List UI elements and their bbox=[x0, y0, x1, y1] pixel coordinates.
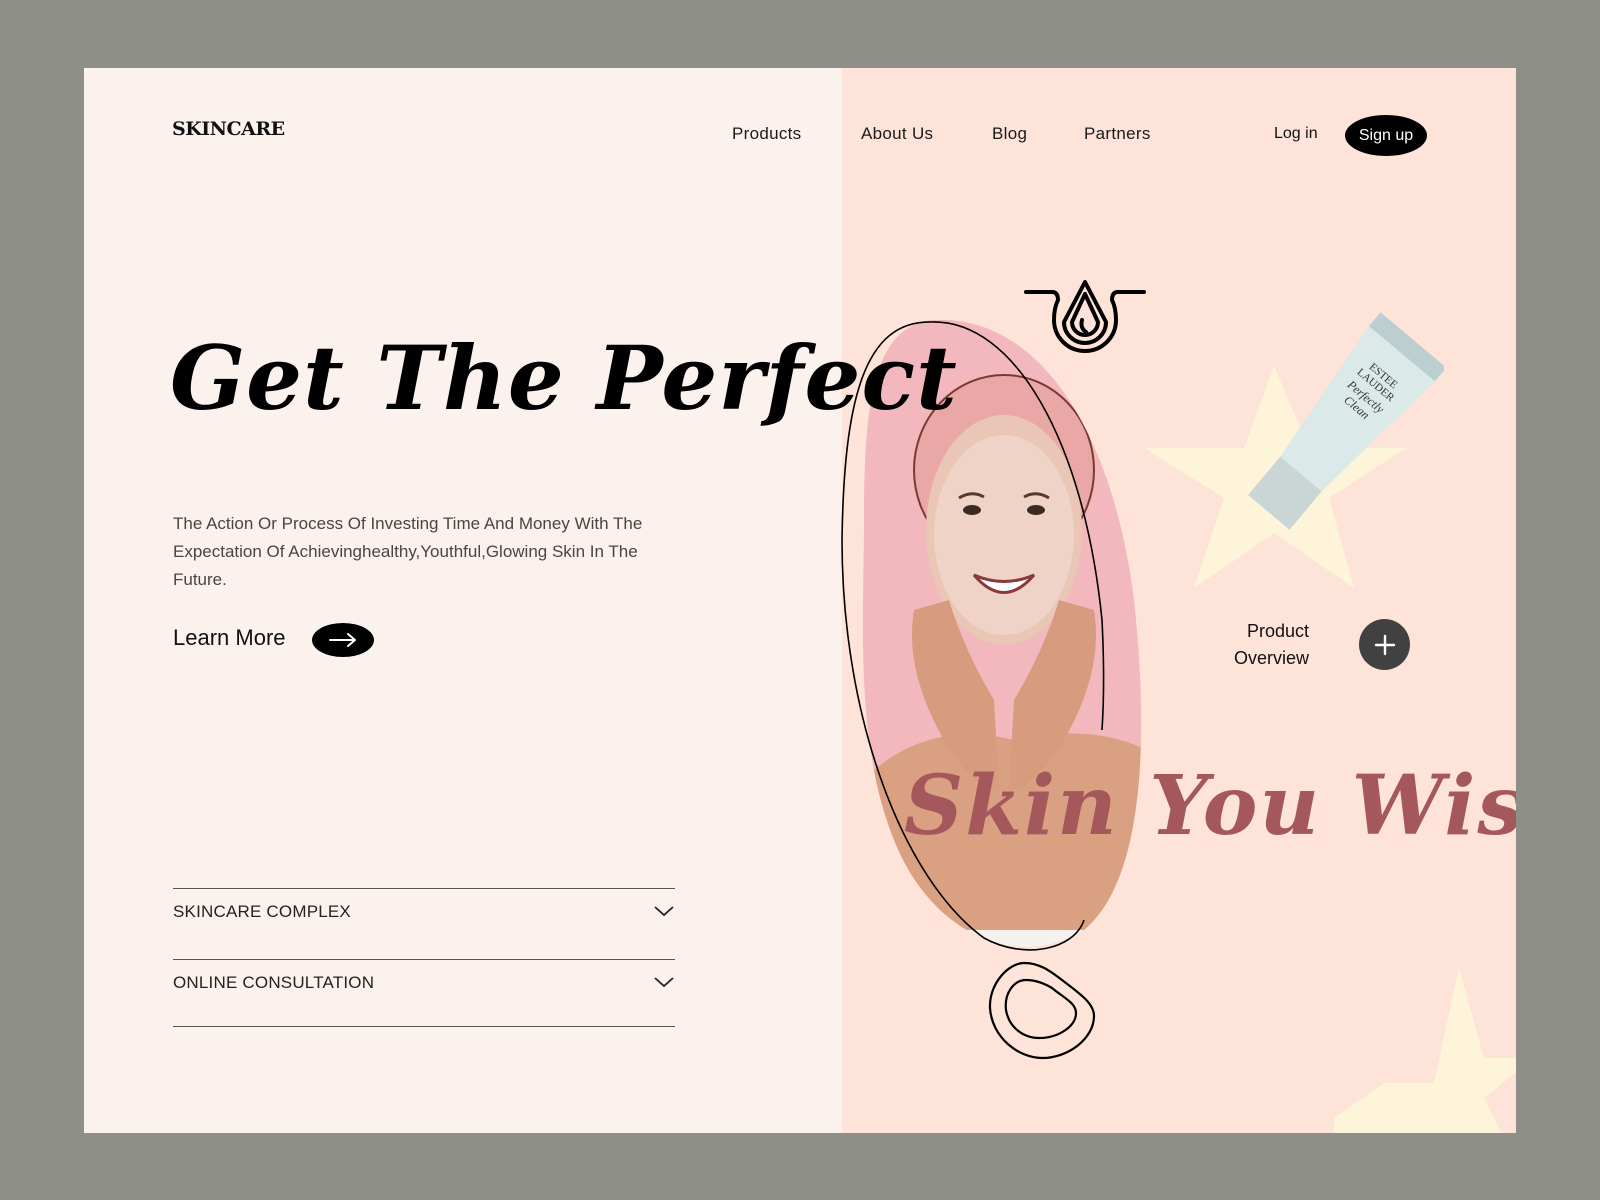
divider bbox=[173, 1026, 675, 1027]
product-overview-button[interactable] bbox=[1359, 619, 1410, 670]
accordion-label: SKINCARE COMPLEX bbox=[173, 902, 351, 921]
product-tube-image: ESTEE LAUDER Perfectly Clean bbox=[1248, 312, 1444, 530]
hero-description: The Action Or Process Of Investing Time … bbox=[173, 514, 643, 589]
divider bbox=[173, 959, 675, 960]
signup-button[interactable]: Sign up bbox=[1345, 115, 1427, 156]
accordion-skincare-complex[interactable]: SKINCARE COMPLEX bbox=[173, 894, 675, 934]
divider bbox=[173, 888, 675, 889]
login-link[interactable]: Log in bbox=[1274, 125, 1318, 143]
overview-line2: Overview bbox=[1234, 648, 1310, 668]
logo[interactable]: SKINCARE bbox=[172, 118, 285, 140]
accordion-online-consultation[interactable]: ONLINE CONSULTATION bbox=[173, 965, 675, 1005]
hero-headline-accent: Skin You Wish bbox=[904, 758, 1516, 854]
nav-about-us[interactable]: About Us bbox=[861, 124, 933, 144]
chevron-down-icon bbox=[654, 977, 674, 988]
landing-page: SKINCARE Products About Us Blog Partners… bbox=[84, 68, 1516, 1133]
arrow-right-icon bbox=[329, 633, 356, 647]
overview-line1: Product bbox=[1246, 621, 1310, 641]
chevron-down-icon bbox=[654, 906, 674, 917]
star-decoration-corner-icon bbox=[1334, 968, 1516, 1133]
nav-partners[interactable]: Partners bbox=[1084, 124, 1151, 144]
accordion-label: ONLINE CONSULTATION bbox=[173, 973, 375, 992]
product-overview-label[interactable]: Product Overview bbox=[1234, 618, 1309, 672]
hero-headline: Get The Perfect bbox=[170, 326, 958, 430]
learn-more-link[interactable]: Learn More bbox=[173, 625, 286, 651]
plus-icon bbox=[1374, 634, 1395, 655]
nav-blog[interactable]: Blog bbox=[992, 124, 1027, 144]
pebble-icon bbox=[988, 961, 1096, 1060]
learn-more-button[interactable] bbox=[312, 623, 374, 657]
nav-products[interactable]: Products bbox=[732, 124, 802, 144]
